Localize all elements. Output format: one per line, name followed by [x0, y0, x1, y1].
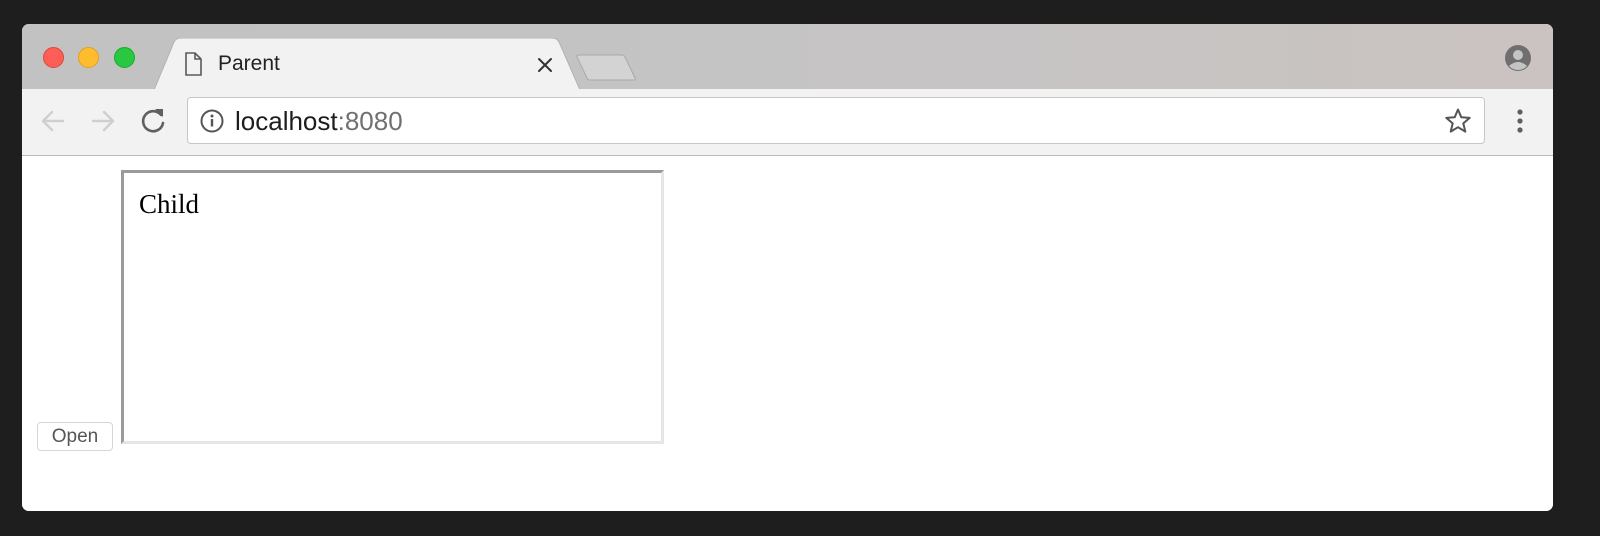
profile-icon[interactable] — [1504, 44, 1532, 72]
title-bar: Parent — [22, 24, 1553, 90]
address-url[interactable]: localhost:8080 — [235, 107, 403, 135]
tab-parent[interactable]: Parent — [154, 38, 580, 90]
close-tab-icon[interactable] — [534, 54, 556, 76]
star-icon[interactable] — [1444, 107, 1472, 140]
menu-dots-icon[interactable] — [1508, 105, 1532, 137]
close-window-button[interactable] — [43, 47, 64, 68]
forward-arrow-icon[interactable] — [88, 106, 118, 136]
browser-toolbar: localhost:8080 — [22, 89, 1553, 156]
new-tab-button[interactable] — [576, 53, 638, 81]
child-iframe[interactable]: Child — [121, 170, 664, 444]
address-bar[interactable]: localhost:8080 — [187, 97, 1485, 144]
reload-icon[interactable] — [138, 106, 168, 136]
open-button[interactable]: Open — [37, 422, 113, 451]
info-icon[interactable] — [200, 109, 224, 138]
page-content: Open Child — [22, 156, 1553, 511]
browser-window: Parent localhost:8080 Open Child — [22, 24, 1553, 511]
child-frame-text: Child — [139, 189, 200, 219]
url-port: :8080 — [337, 106, 403, 136]
tab-title: Parent — [218, 52, 280, 75]
document-icon — [184, 52, 202, 81]
maximize-window-button[interactable] — [114, 47, 135, 68]
url-host: localhost — [235, 106, 338, 136]
back-arrow-icon[interactable] — [38, 106, 68, 136]
minimize-window-button[interactable] — [78, 47, 99, 68]
